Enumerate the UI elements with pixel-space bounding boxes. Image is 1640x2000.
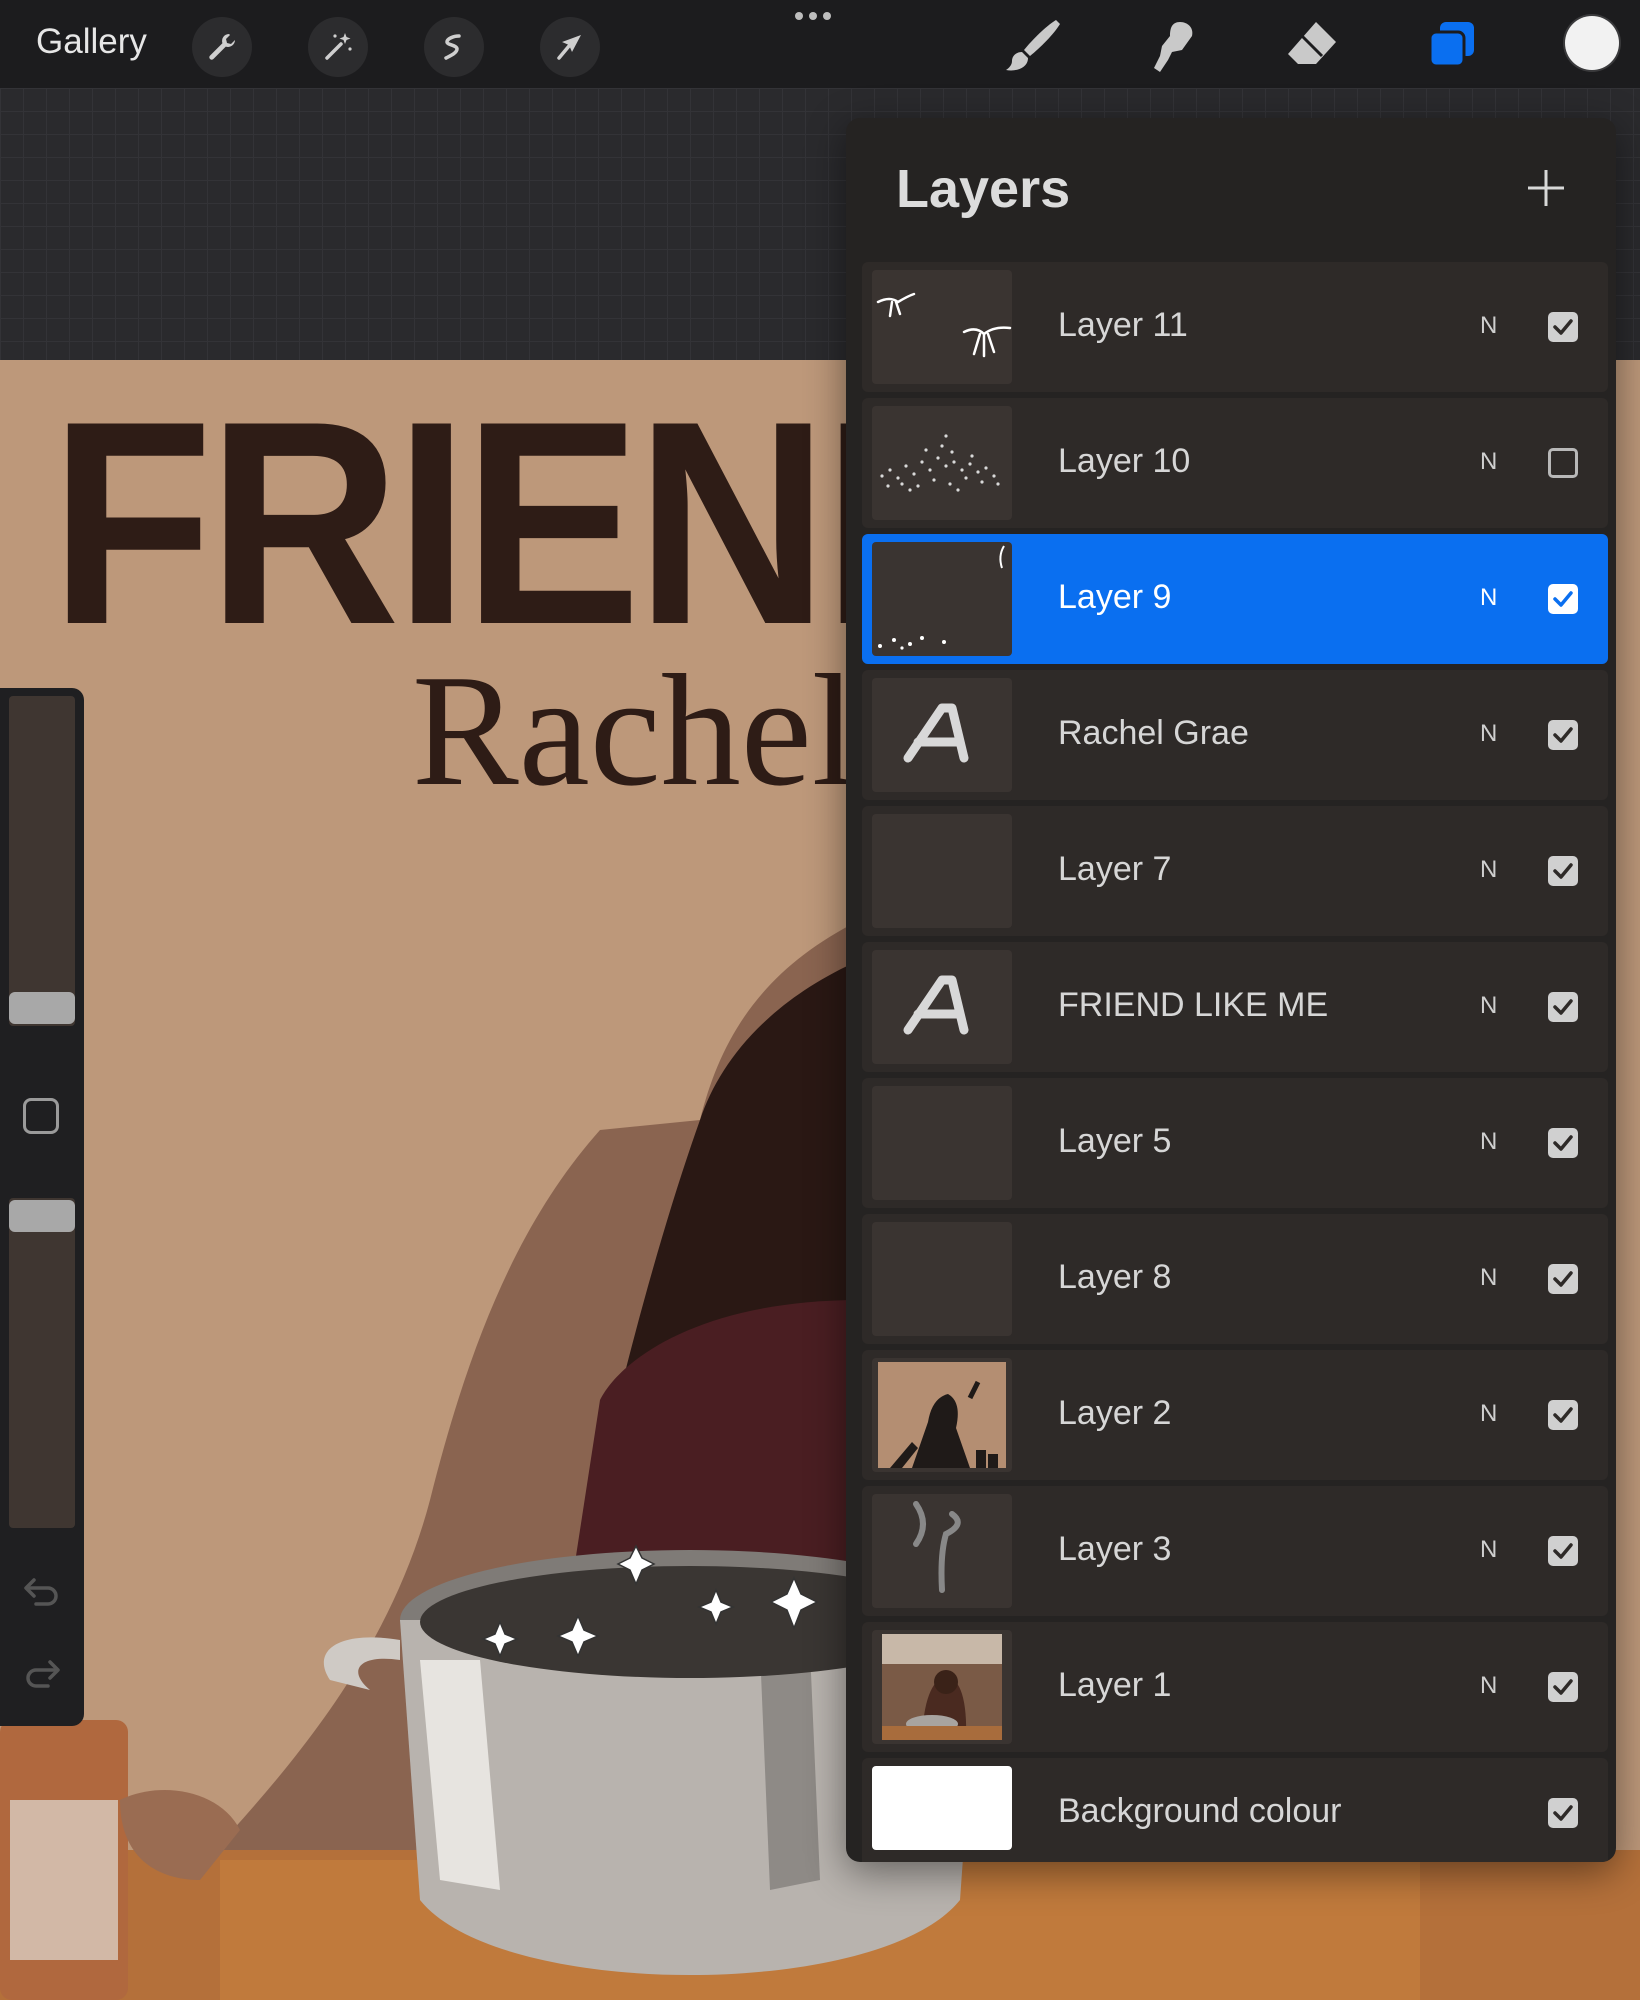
blend-mode-button[interactable]: N [1480,1672,1497,1700]
canvas-subtitle-text: Rachel [412,641,857,819]
layers-icon[interactable] [1420,14,1484,78]
layers-panel-title: Layers [896,159,1071,219]
layer-row[interactable]: FRIEND LIKE ME N [862,942,1608,1072]
left-sidebar [0,688,84,1726]
blend-mode-button[interactable]: N [1480,1264,1497,1292]
blend-mode-button[interactable]: N [1480,448,1497,476]
layer-thumbnail[interactable] [872,1086,1012,1200]
layer-name: Layer 5 [1058,1122,1172,1160]
layer-name: Layer 9 [1058,578,1172,616]
layer-thumbnail[interactable] [872,814,1012,928]
visibility-checkbox[interactable] [1548,448,1578,478]
layer-name: Layer 1 [1058,1666,1172,1704]
visibility-checkbox[interactable] [1548,1798,1578,1828]
layer-row[interactable]: Layer 9 N [862,534,1608,664]
visibility-checkbox[interactable] [1548,720,1578,750]
layer-thumbnail[interactable] [872,1766,1012,1850]
layer-thumbnail[interactable] [872,1222,1012,1336]
layer-row[interactable]: Layer 1 N [862,1622,1608,1752]
layer-thumbnail[interactable] [872,406,1012,520]
wrench-icon[interactable] [192,17,252,77]
undo-icon[interactable] [22,1570,62,1610]
blend-mode-button[interactable]: N [1480,1536,1497,1564]
visibility-checkbox[interactable] [1548,1264,1578,1294]
square-modifier-icon[interactable] [23,1098,59,1134]
layer-name: Rachel Grae [1058,714,1249,752]
top-toolbar: Gallery [0,0,1640,88]
layer-thumbnail[interactable] [872,270,1012,384]
visibility-checkbox[interactable] [1548,1536,1578,1566]
plus-icon[interactable] [1522,164,1570,212]
visibility-checkbox[interactable] [1548,1400,1578,1430]
magic-wand-icon[interactable] [308,17,368,77]
layer-thumbnail[interactable] [872,1358,1012,1472]
blend-mode-button[interactable]: N [1480,1400,1497,1428]
layer-name: Layer 2 [1058,1394,1172,1432]
color-picker-button[interactable] [1565,16,1619,70]
transform-arrow-icon[interactable] [540,17,600,77]
smudge-icon[interactable] [1140,14,1204,78]
blend-mode-button[interactable]: N [1480,992,1497,1020]
layer-name: Layer 8 [1058,1258,1172,1296]
visibility-checkbox[interactable] [1548,992,1578,1022]
selection-icon[interactable] [424,17,484,77]
layers-panel: Layers Layer 11 N Layer 10 N Layer 9 N Rachel … [846,118,1616,1862]
gallery-button[interactable]: Gallery [36,22,147,62]
layer-thumbnail[interactable] [872,1630,1012,1744]
layer-row[interactable]: Rachel Grae N [862,670,1608,800]
layer-name: FRIEND LIKE ME [1058,986,1329,1024]
layer-name: Layer 10 [1058,442,1191,480]
brush-size-thumb[interactable] [9,992,75,1024]
visibility-checkbox[interactable] [1548,584,1578,614]
layer-row[interactable]: Layer 11 N [862,262,1608,392]
visibility-checkbox[interactable] [1548,1128,1578,1158]
visibility-checkbox[interactable] [1548,856,1578,886]
layer-name: Layer 11 [1058,306,1188,344]
layer-thumbnail[interactable] [872,950,1012,1064]
layer-row[interactable]: Layer 7 N [862,806,1608,936]
layer-row[interactable]: Layer 10 N [862,398,1608,528]
layer-thumbnail[interactable] [872,1494,1012,1608]
layer-row[interactable]: Layer 3 N [862,1486,1608,1616]
blend-mode-button[interactable]: N [1480,720,1497,748]
layer-name: Layer 7 [1058,850,1172,888]
layer-row[interactable]: Layer 8 N [862,1214,1608,1344]
blend-mode-button[interactable]: N [1480,1128,1497,1156]
more-options-icon[interactable] [795,12,831,20]
visibility-checkbox[interactable] [1548,1672,1578,1702]
blend-mode-button[interactable]: N [1480,312,1497,340]
layer-row[interactable]: Background colour [862,1758,1608,1862]
visibility-checkbox[interactable] [1548,312,1578,342]
layer-row[interactable]: Layer 2 N [862,1350,1608,1480]
blend-mode-button[interactable]: N [1480,856,1497,884]
opacity-thumb[interactable] [9,1200,75,1232]
redo-icon[interactable] [22,1652,62,1692]
layer-row[interactable]: Layer 5 N [862,1078,1608,1208]
layer-name: Layer 3 [1058,1530,1172,1568]
layer-name: Background colour [1058,1792,1342,1830]
layer-thumbnail[interactable] [872,678,1012,792]
layer-thumbnail[interactable] [872,542,1012,656]
eraser-icon[interactable] [1280,14,1344,78]
brush-size-slider[interactable] [9,696,75,1026]
blend-mode-button[interactable]: N [1480,584,1497,612]
brush-icon[interactable] [1000,14,1064,78]
opacity-slider[interactable] [9,1198,75,1528]
